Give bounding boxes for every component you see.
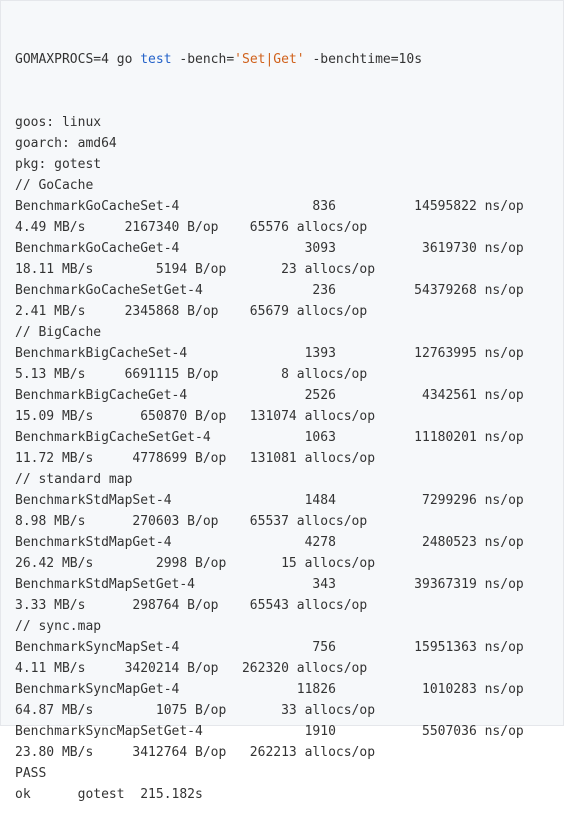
- command-flag-bench: -bench=: [171, 52, 235, 67]
- output-line: BenchmarkSyncMapSet-4 756 15951363 ns/op: [15, 640, 524, 655]
- output-line: BenchmarkSyncMapSetGet-4 1910 5507036 ns…: [15, 724, 524, 739]
- command-bench-pattern: 'Set|Get': [234, 52, 305, 67]
- output-line: 15.09 MB/s 650870 B/op 131074 allocs/op: [15, 409, 376, 424]
- output-line: 11.72 MB/s 4778699 B/op 131081 allocs/op: [15, 451, 376, 466]
- output-line: 18.11 MB/s 5194 B/op 23 allocs/op: [15, 262, 376, 277]
- output-line: // sync.map: [15, 619, 102, 634]
- output-line: 64.87 MB/s 1075 B/op 33 allocs/op: [15, 703, 376, 718]
- benchmark-output-code-block: GOMAXPROCS=4 go test -bench='Set|Get' -b…: [0, 0, 564, 802]
- command-line: GOMAXPROCS=4 go test -bench='Set|Get' -b…: [15, 49, 563, 70]
- output-line: BenchmarkStdMapGet-4 4278 2480523 ns/op: [15, 535, 524, 550]
- output-line: 5.13 MB/s 6691115 B/op 8 allocs/op: [15, 367, 368, 382]
- output-line: 23.80 MB/s 3412764 B/op 262213 allocs/op: [15, 745, 376, 760]
- output-line: PASS: [15, 766, 47, 781]
- output-line: BenchmarkGoCacheGet-4 3093 3619730 ns/op: [15, 241, 524, 256]
- output-line: goos: linux: [15, 115, 102, 130]
- command-flag-benchtime: -benchtime=10s: [304, 52, 423, 67]
- output-line: BenchmarkGoCacheSet-4 836 14595822 ns/op: [15, 199, 524, 214]
- command-keyword: test: [140, 52, 172, 67]
- output-line: ok gotest 215.182s: [15, 787, 203, 802]
- output-line: BenchmarkGoCacheSetGet-4 236 54379268 ns…: [15, 283, 524, 298]
- output-line: BenchmarkSyncMapGet-4 11826 1010283 ns/o…: [15, 682, 524, 697]
- output-line: BenchmarkBigCacheSet-4 1393 12763995 ns/…: [15, 346, 524, 361]
- output-line: // BigCache: [15, 325, 102, 340]
- output-line: BenchmarkStdMapSetGet-4 343 39367319 ns/…: [15, 577, 524, 592]
- command-env: GOMAXPROCS=4 go: [15, 52, 141, 67]
- output-line: BenchmarkStdMapSet-4 1484 7299296 ns/op: [15, 493, 524, 508]
- output-lines: goos: linux goarch: amd64 pkg: gotest // Go…: [15, 112, 563, 805]
- output-line: BenchmarkBigCacheGet-4 2526 4342561 ns/o…: [15, 388, 524, 403]
- output-line: 26.42 MB/s 2998 B/op 15 allocs/op: [15, 556, 376, 571]
- output-line: 2.41 MB/s 2345868 B/op 65679 allocs/op: [15, 304, 368, 319]
- output-line: // standard map: [15, 472, 133, 487]
- output-line: goarch: amd64: [15, 136, 117, 151]
- output-line: 8.98 MB/s 270603 B/op 65537 allocs/op: [15, 514, 368, 529]
- output-line: 3.33 MB/s 298764 B/op 65543 allocs/op: [15, 598, 368, 613]
- output-line: BenchmarkBigCacheSetGet-4 1063 11180201 …: [15, 430, 524, 445]
- output-line: pkg: gotest: [15, 157, 102, 172]
- output-line: 4.11 MB/s 3420214 B/op 262320 allocs/op: [15, 661, 368, 676]
- output-line: // GoCache: [15, 178, 94, 193]
- output-line: 4.49 MB/s 2167340 B/op 65576 allocs/op: [15, 220, 368, 235]
